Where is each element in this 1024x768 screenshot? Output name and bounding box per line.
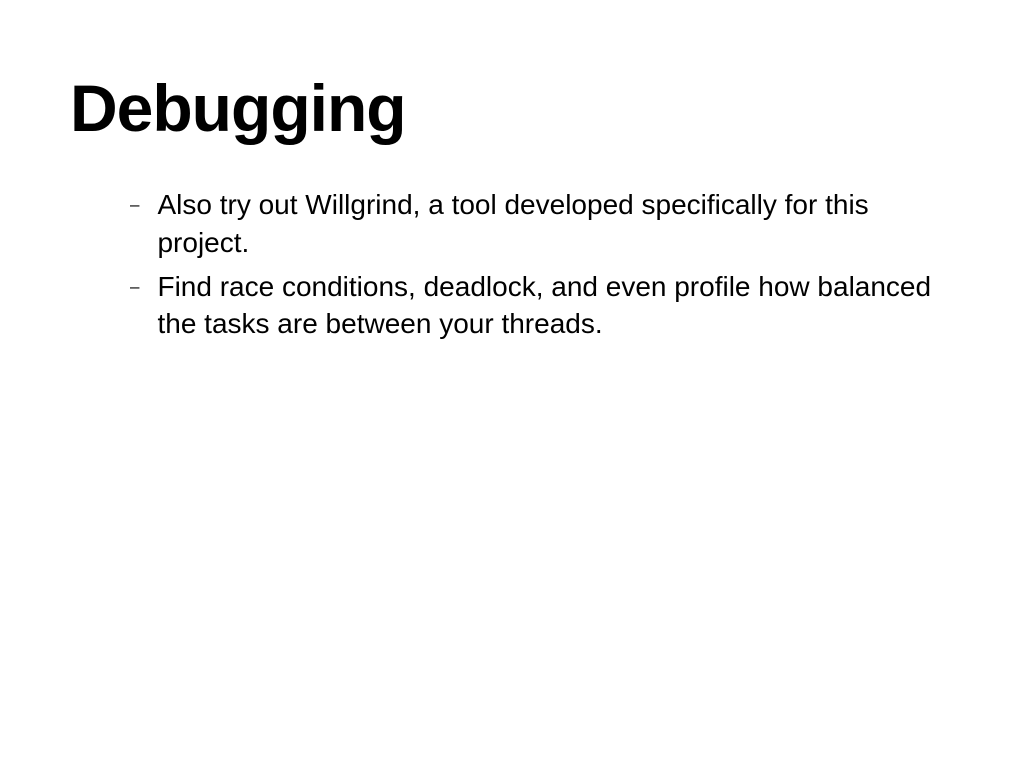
slide-container: Debugging – Also try out Willgrind, a to… (0, 0, 1024, 768)
bullet-list: – Also try out Willgrind, a tool develop… (70, 186, 954, 343)
bullet-text: Find race conditions, deadlock, and even… (157, 268, 954, 344)
list-item: – Also try out Willgrind, a tool develop… (130, 186, 954, 262)
list-item: – Find race conditions, deadlock, and ev… (130, 268, 954, 344)
slide-title: Debugging (70, 70, 954, 146)
bullet-text: Also try out Willgrind, a tool developed… (157, 186, 954, 262)
bullet-marker: – (130, 268, 139, 306)
bullet-marker: – (130, 186, 139, 224)
